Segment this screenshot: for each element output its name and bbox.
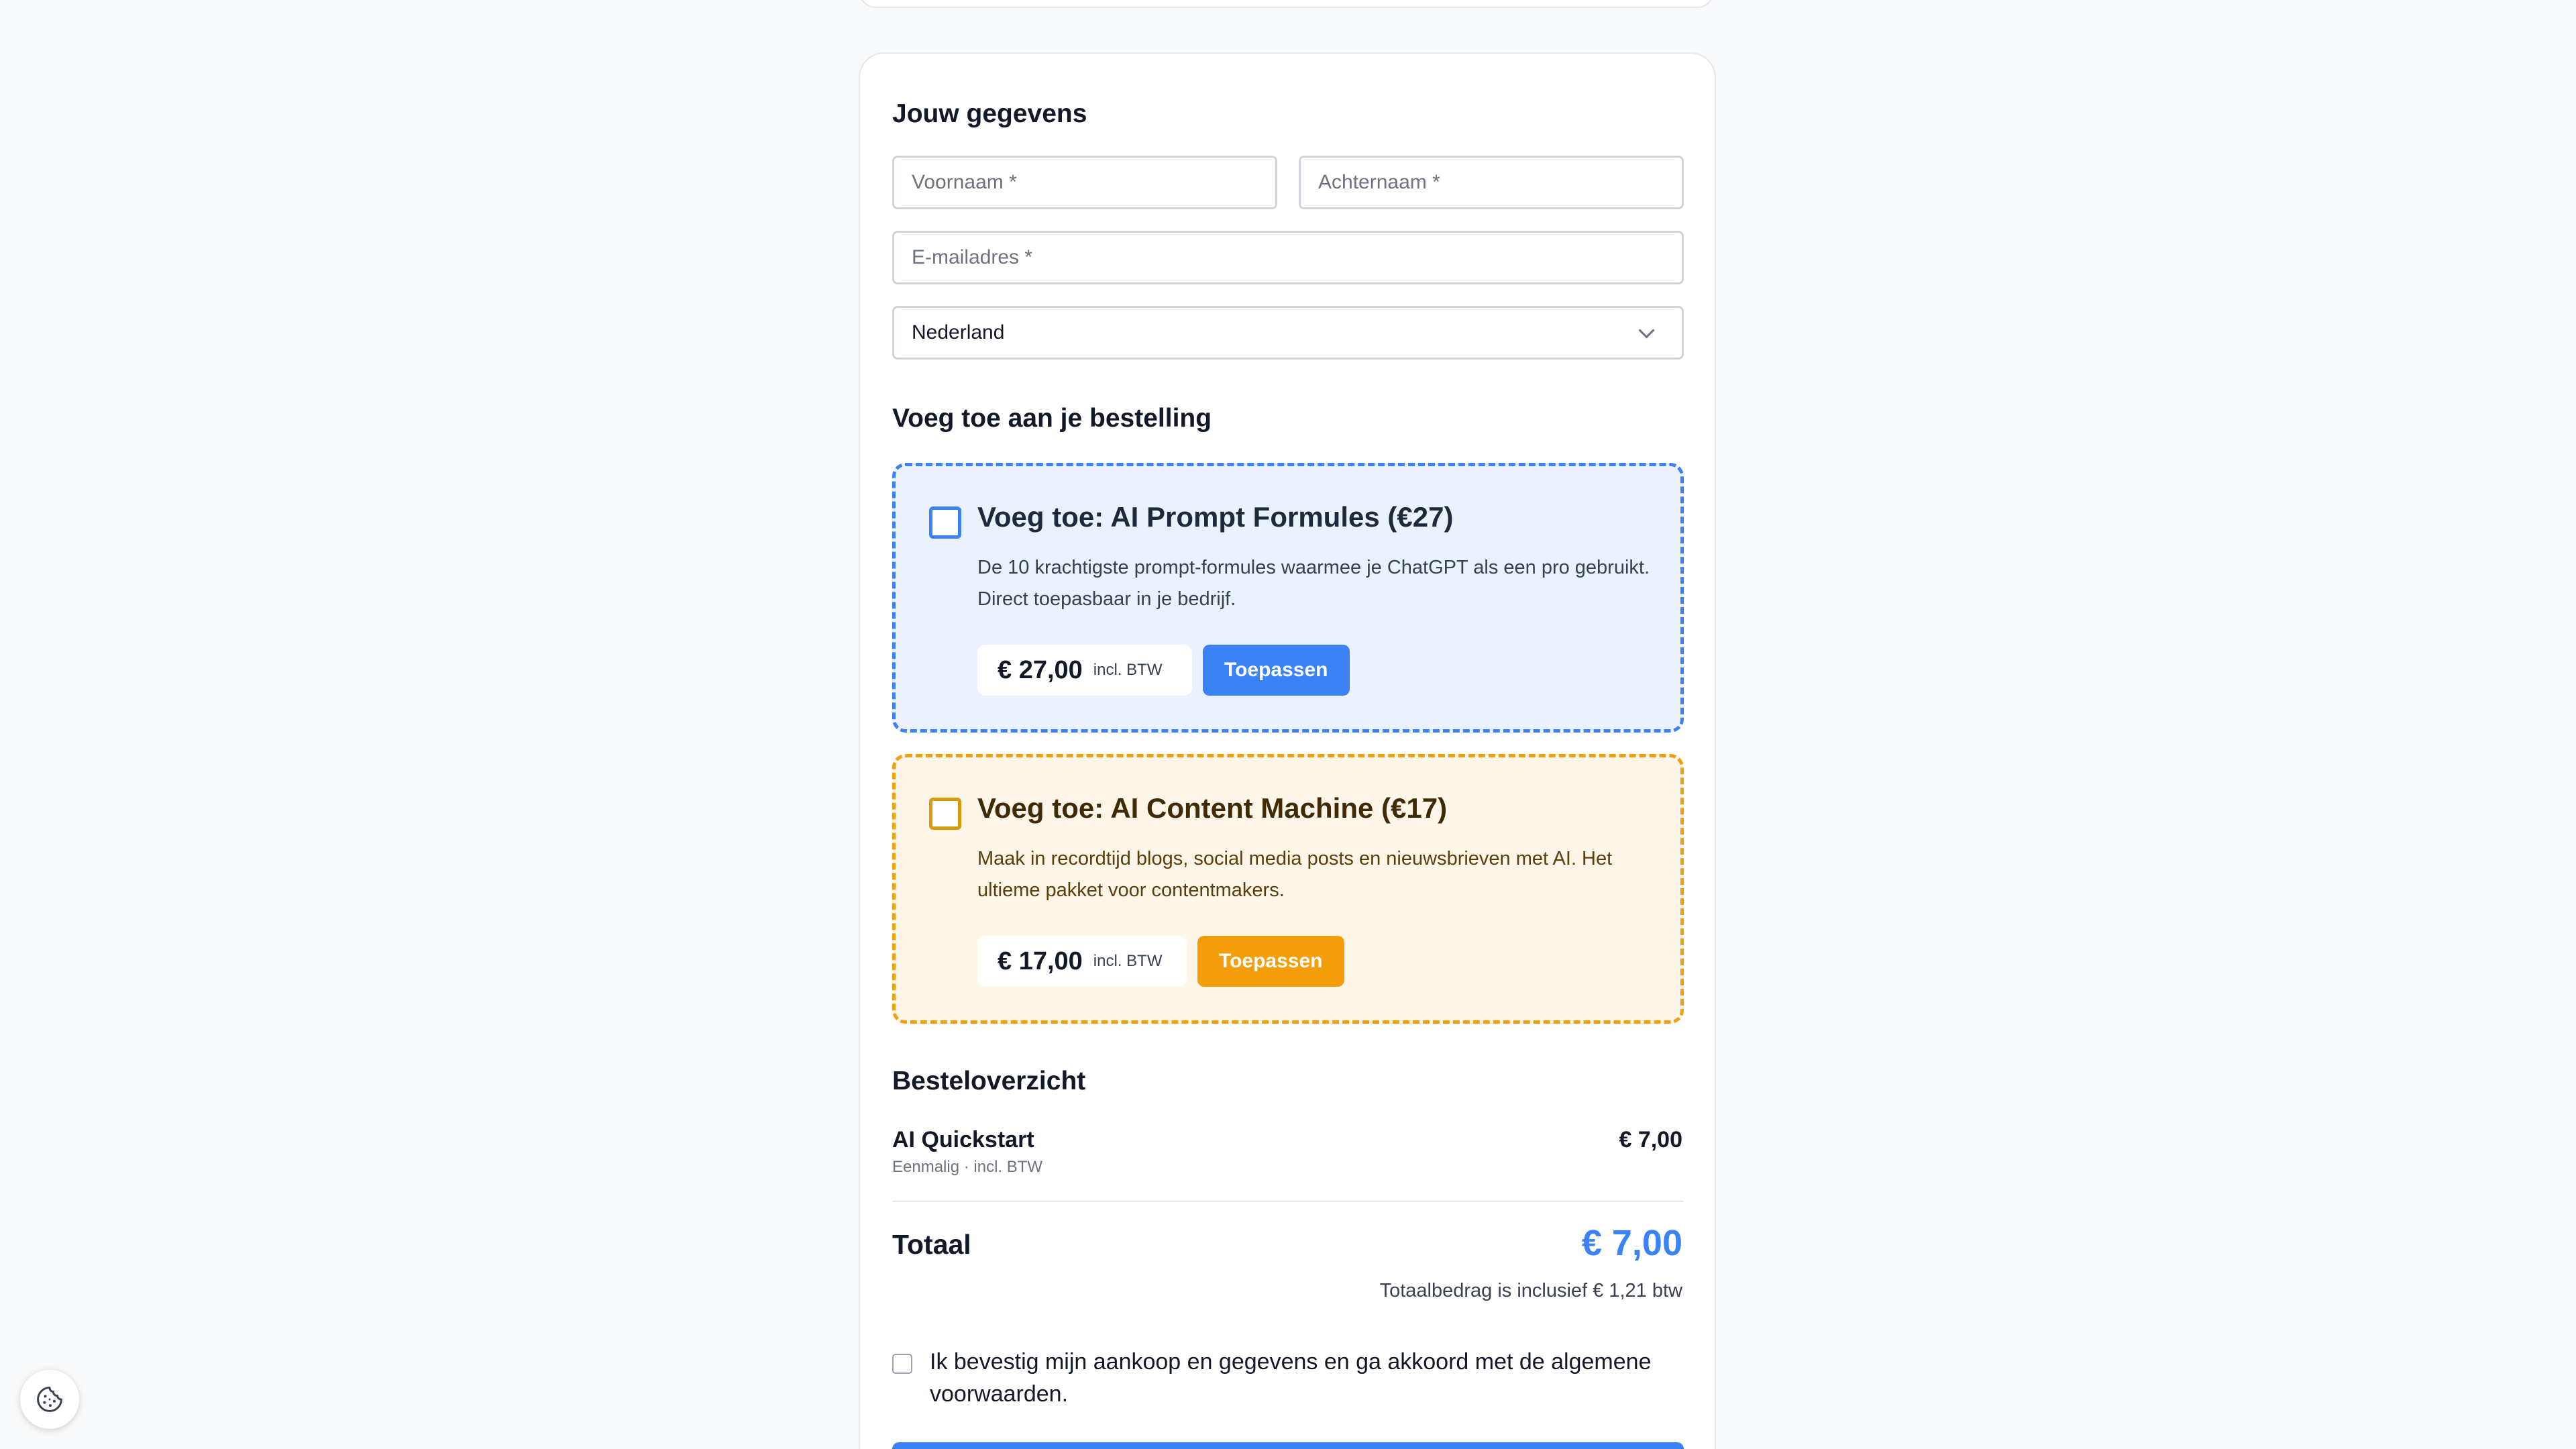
order-bump-description: Maak in recordtijd blogs, social media p… [977,848,1613,901]
order-bump-price-amount: € 27,00 [998,655,1083,684]
order-bump-title: Voeg toe: AI Content Machine (€17) [977,792,1448,824]
last-name-input[interactable] [1299,156,1684,209]
cookie-settings-button[interactable] [20,1370,79,1429]
email-input[interactable] [892,231,1684,284]
order-bump-prompt-formules: Voeg toe: AI Prompt Formules (€27) De 10… [892,463,1684,733]
details-heading: Jouw gegevens [892,99,1087,128]
terms-checkbox[interactable] [892,1354,912,1374]
checkout-page: Jouw gegevens Nederland Voeg toe aan je … [0,0,2576,1449]
apply-content-machine-button[interactable]: Toepassen [1197,936,1344,987]
first-name-input[interactable] [892,156,1277,209]
order-bump-checkbox[interactable] [929,506,961,539]
total-label: Totaal [892,1229,971,1260]
submit-order-button[interactable] [892,1442,1684,1449]
order-bump-price-note: incl. BTW [1093,952,1163,970]
summary-divider [892,1201,1684,1202]
order-bump-content-machine: Voeg toe: AI Content Machine (€17) Maak … [892,754,1684,1024]
total-value: € 7,00 [1581,1223,1682,1263]
chevron-down-icon [1638,321,1655,339]
country-select-value: Nederland [912,321,1005,343]
cookie-icon [37,1387,62,1412]
order-bump-title: Voeg toe: AI Prompt Formules (€27) [977,501,1454,533]
checkout-form-card: Jouw gegevens Nederland Voeg toe aan je … [859,52,1716,1449]
apply-prompt-formules-button[interactable]: Toepassen [1203,645,1350,696]
order-bump-checkbox[interactable] [929,798,961,830]
country-select[interactable]: Nederland [892,306,1684,360]
terms-consent-text: Ik bevestig mijn aankoop en gegevens en … [930,1349,1652,1407]
order-summary-heading: Besteloverzicht [892,1067,1086,1095]
order-bump-price: € 17,00 incl. BTW [977,936,1187,987]
vat-note: Totaalbedrag is inclusief € 1,21 btw [1379,1280,1682,1301]
order-bump-price: € 27,00 incl. BTW [977,645,1192,696]
order-bump-description: De 10 krachtigste prompt-formules waarme… [977,557,1650,610]
order-bump-price-note: incl. BTW [1093,661,1163,679]
previous-section-card [859,0,1715,8]
order-bump-price-amount: € 17,00 [998,947,1083,975]
summary-product-price: € 7,00 [1619,1127,1682,1152]
summary-product-name: AI Quickstart [892,1127,1034,1152]
order-bumps-heading: Voeg toe aan je bestelling [892,404,1212,433]
summary-product-meta: Eenmalig · incl. BTW [892,1158,1043,1176]
